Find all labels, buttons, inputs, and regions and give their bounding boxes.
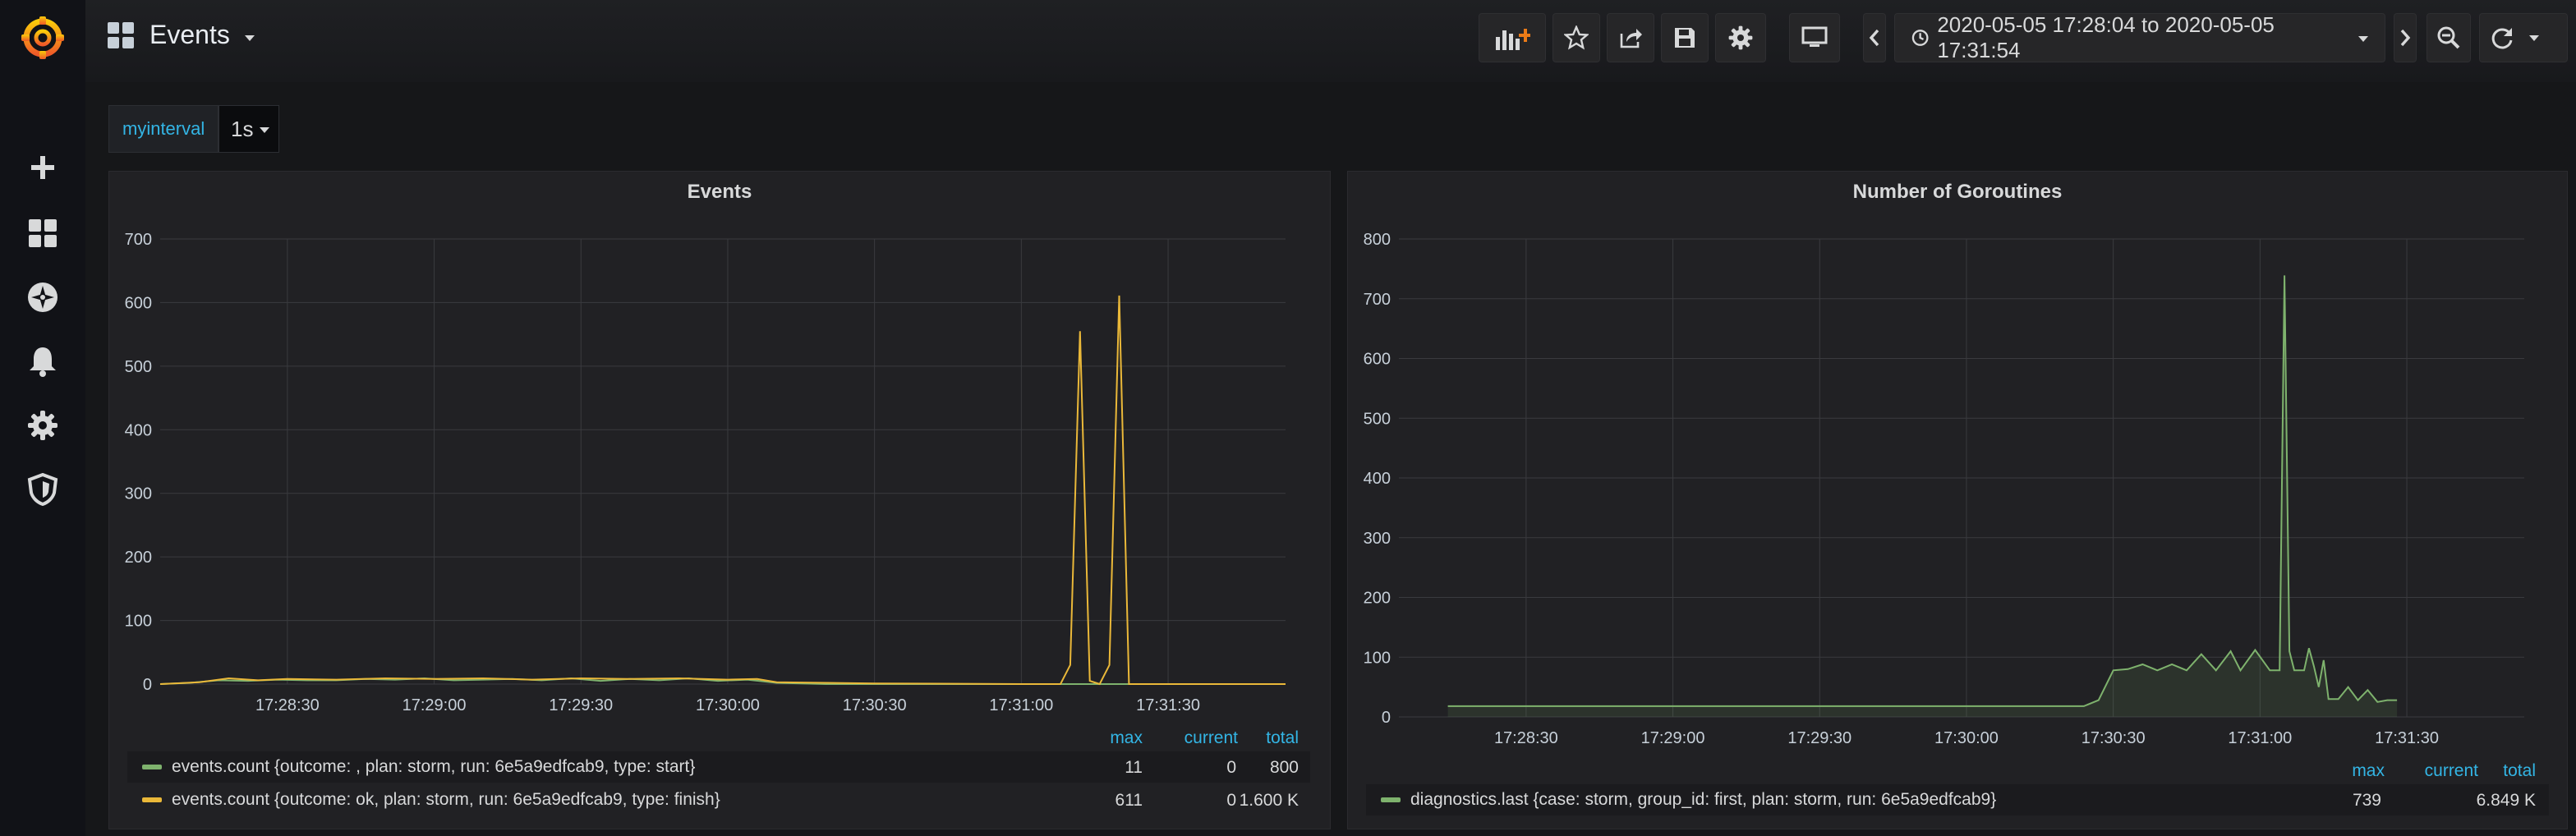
y-tick-label: 200 [1364, 590, 1391, 608]
x-tick-label: 17:30:00 [696, 696, 760, 714]
legend-total: 6.849 K [2476, 791, 2536, 810]
clock-icon [1911, 30, 1929, 46]
x-tick-label: 17:28:30 [1494, 729, 1558, 747]
series-line [1447, 275, 2398, 707]
legend-max: 611 [1115, 791, 1143, 810]
explore-compass-icon[interactable] [0, 273, 85, 322]
series-swatch[interactable] [142, 765, 162, 769]
y-tick-label: 600 [1364, 351, 1391, 369]
y-tick-label: 300 [125, 485, 152, 503]
add-panel-icon [1496, 29, 1530, 50]
settings-gear-icon [1728, 25, 1753, 50]
chevron-down-icon [2358, 35, 2368, 42]
x-tick-label: 17:30:00 [1934, 729, 1999, 747]
y-tick-label: 0 [1382, 709, 1391, 727]
zoom-out-icon [2437, 26, 2460, 49]
time-range-picker[interactable]: 2020-05-05 17:28:04 to 2020-05-05 17:31:… [1894, 12, 2385, 62]
dashboard-settings-button[interactable] [1715, 13, 1766, 62]
y-tick-label: 0 [143, 676, 152, 694]
legend-max: 11 [1125, 758, 1143, 777]
y-tick-label: 100 [125, 613, 152, 631]
tv-mode-icon [1801, 26, 1828, 47]
legend-header-max[interactable]: max [2325, 761, 2385, 781]
panel-events: Events 0 100 200 300 400 500 600 700 17:28:30 17:… [108, 171, 1331, 829]
dashboard-title: Events [150, 20, 230, 49]
events-graph[interactable]: 0 100 200 300 400 500 600 700 17:28:30 17:29:00 17… [109, 172, 1332, 730]
x-tick-label: 17:31:00 [989, 696, 1053, 714]
dashboard-title-picker[interactable]: Events [107, 20, 255, 50]
star-icon [1564, 25, 1589, 50]
y-tick-label: 100 [1364, 649, 1391, 667]
share-button[interactable] [1607, 13, 1654, 62]
y-tick-label: 600 [125, 294, 152, 312]
legend-max: 739 [2352, 791, 2381, 810]
grafana-logo-icon[interactable] [0, 13, 85, 62]
series-swatch[interactable] [142, 797, 162, 802]
x-tick-label: 17:29:00 [402, 696, 467, 714]
series-name: diagnostics.last {case: storm, group_id:… [1410, 790, 1997, 809]
dashboards-icon [108, 21, 134, 48]
series-name: events.count {outcome: , plan: storm, ru… [172, 757, 696, 776]
time-range-label: 2020-05-05 17:28:04 to 2020-05-05 17:31:… [1937, 12, 2275, 62]
x-tick-label: 17:31:30 [1136, 696, 1200, 714]
y-tick-label: 400 [1364, 470, 1391, 488]
variable-select-myinterval[interactable]: 1s [218, 105, 279, 153]
y-tick-label: 400 [125, 421, 152, 439]
legend-header-total[interactable]: total [1243, 728, 1299, 748]
y-tick-label: 500 [125, 358, 152, 376]
legend-total: 1.600 K [1239, 791, 1299, 810]
variable-label: myinterval [108, 105, 219, 153]
legend-header-total[interactable]: total [2482, 761, 2536, 781]
alerting-bell-icon[interactable] [0, 337, 85, 386]
share-icon [1620, 29, 1642, 48]
time-range-back-button[interactable] [1863, 13, 1886, 62]
y-tick-label: 700 [125, 231, 152, 249]
save-button[interactable] [1661, 13, 1709, 62]
x-tick-label: 17:30:30 [843, 696, 907, 714]
refresh-button[interactable] [2479, 13, 2568, 62]
time-back-icon [1869, 29, 1879, 47]
legend-header-current[interactable]: current [1146, 728, 1238, 748]
legend-total: 800 [1269, 758, 1299, 777]
x-tick-label: 17:29:30 [1787, 729, 1852, 747]
legend-header-max[interactable]: max [1093, 728, 1143, 748]
chevron-down-icon [244, 35, 255, 41]
x-tick-label: 17:31:00 [2228, 729, 2292, 747]
y-tick-label: 700 [1364, 291, 1391, 309]
zoom-out-button[interactable] [2426, 13, 2471, 62]
variable-value: 1s [231, 116, 254, 141]
y-tick-label: 800 [1364, 231, 1391, 249]
panel-goroutines: Number of Goroutines 0 100 200 300 400 500 600… [1347, 171, 2568, 829]
y-tick-label: 200 [125, 549, 152, 567]
y-tick-label: 300 [1364, 530, 1391, 548]
series-line [159, 295, 1286, 686]
sidebar [0, 0, 85, 836]
refresh-icon [2491, 28, 2513, 49]
goroutines-graph[interactable]: 0 100 200 300 400 500 600 700 800 17:28:30 17:29:0… [1348, 172, 2569, 763]
x-tick-label: 17:30:30 [2082, 729, 2146, 747]
x-tick-label: 17:28:30 [255, 696, 320, 714]
legend-header-current[interactable]: current [2388, 761, 2478, 781]
shield-icon[interactable] [0, 465, 85, 514]
save-icon [1675, 28, 1695, 48]
series-name: events.count {outcome: ok, plan: storm, … [172, 790, 720, 809]
time-range-forward-button[interactable] [2394, 13, 2417, 62]
dashboards-icon[interactable] [0, 209, 85, 258]
x-tick-label: 17:29:30 [549, 696, 613, 714]
add-panel-button[interactable] [1479, 13, 1546, 62]
tv-mode-button[interactable] [1789, 13, 1840, 62]
x-tick-label: 17:29:00 [1641, 729, 1705, 747]
star-button[interactable] [1552, 13, 1600, 62]
time-forward-icon [2400, 29, 2411, 47]
y-tick-label: 500 [1364, 410, 1391, 428]
x-tick-label: 17:31:30 [2375, 729, 2439, 747]
plus-icon[interactable] [0, 143, 85, 192]
series-swatch[interactable] [1381, 797, 1401, 802]
refresh-dropdown-icon[interactable] [2529, 34, 2539, 41]
chevron-down-icon [260, 126, 270, 133]
configuration-gear-icon[interactable] [0, 401, 85, 450]
